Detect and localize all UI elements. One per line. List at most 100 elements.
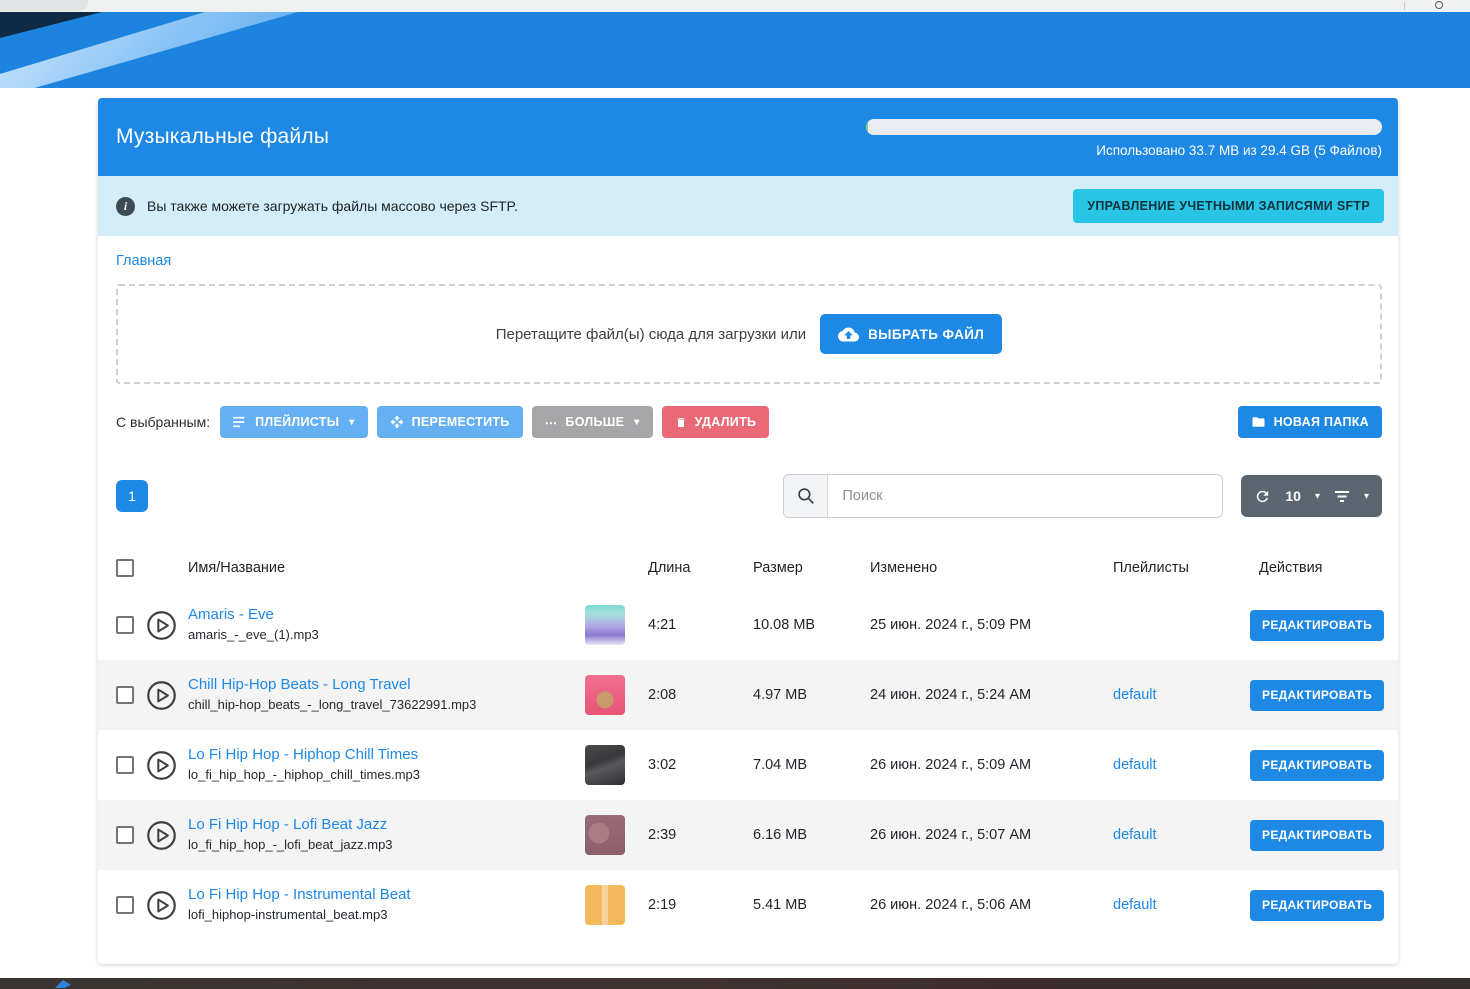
track-artwork — [585, 745, 625, 785]
row-checkbox[interactable] — [116, 896, 134, 914]
track-playlist-link[interactable]: default — [1113, 757, 1157, 773]
play-button[interactable] — [146, 890, 177, 921]
playlists-label: ПЛЕЙЛИСТЫ — [255, 415, 339, 429]
pagination-page-1[interactable]: 1 — [116, 480, 148, 512]
track-filename: lofi_hiphop-instrumental_beat.mp3 — [188, 907, 387, 922]
track-playlist-link[interactable]: default — [1113, 827, 1157, 843]
page-title: Музыкальные файлы — [116, 125, 329, 149]
per-page-select[interactable]: 10 — [1285, 488, 1301, 504]
track-title-link[interactable]: Chill Hip-Hop Beats - Long Travel — [188, 674, 567, 696]
choose-file-button[interactable]: ВЫБРАТЬ ФАЙЛ — [820, 314, 1002, 354]
col-header-actions: Действия — [1245, 560, 1384, 576]
edit-button[interactable]: РЕДАКТИРОВАТЬ — [1250, 680, 1384, 711]
chevron-down-icon[interactable]: ▾ — [1315, 491, 1320, 502]
storage-usage-text: Использовано 33.7 MB из 29.4 GB (5 Файло… — [1096, 143, 1382, 158]
track-duration: 2:39 — [635, 827, 737, 843]
play-button[interactable] — [146, 750, 177, 781]
browser-tab[interactable] — [0, 0, 88, 11]
row-checkbox[interactable] — [116, 686, 134, 704]
chevron-down-icon: ▾ — [634, 417, 639, 428]
move-label: ПЕРЕМЕСТИТЬ — [412, 415, 510, 429]
card-header: Музыкальные файлы Использовано 33.7 MB и… — [98, 98, 1398, 176]
list-options-group: 10 ▾ ▾ — [1241, 475, 1382, 517]
col-header-modified: Изменено — [855, 560, 1099, 576]
track-title-link[interactable]: Lo Fi Hip Hop - Hiphop Chill Times — [188, 744, 567, 766]
footer-strip — [0, 978, 1470, 989]
track-size: 7.04 MB — [737, 757, 855, 773]
footer-logo — [55, 980, 71, 988]
play-button[interactable] — [146, 680, 177, 711]
dropzone-text: Перетащите файл(ы) сюда для загрузки или — [496, 326, 806, 343]
hero-banner — [0, 12, 1470, 88]
track-filename: lo_fi_hip_hop_-_lofi_beat_jazz.mp3 — [188, 837, 393, 852]
search-input[interactable] — [828, 475, 1222, 517]
cloud-upload-icon — [838, 327, 859, 342]
track-modified: 24 июн. 2024 г., 5:24 AM — [855, 687, 1099, 703]
track-artwork — [585, 675, 625, 715]
new-folder-button[interactable]: НОВАЯ ПАПКА — [1238, 406, 1382, 438]
manage-sftp-accounts-button[interactable]: УПРАВЛЕНИЕ УЧЕТНЫМИ ЗАПИСЯМИ SFTP — [1073, 189, 1384, 223]
track-duration: 3:02 — [635, 757, 737, 773]
move-button[interactable]: ПЕРЕМЕСТИТЬ — [377, 406, 523, 438]
table-row: Chill Hip-Hop Beats - Long Travel chill_… — [98, 660, 1398, 730]
edit-button[interactable]: РЕДАКТИРОВАТЬ — [1250, 610, 1384, 641]
track-playlist-link[interactable]: default — [1113, 897, 1157, 913]
more-label: БОЛЬШЕ — [565, 415, 624, 429]
search-icon — [784, 475, 828, 517]
play-button[interactable] — [146, 610, 177, 641]
files-table: Имя/Название Длина Размер Изменено Плейл… — [98, 546, 1398, 940]
edit-button[interactable]: РЕДАКТИРОВАТЬ — [1250, 820, 1384, 851]
upload-dropzone[interactable]: Перетащите файл(ы) сюда для загрузки или… — [116, 284, 1382, 384]
storage-usage: Использовано 33.7 MB из 29.4 GB (5 Файло… — [866, 117, 1382, 158]
track-filename: amaris_-_eve_(1).mp3 — [188, 627, 319, 642]
track-title-link[interactable]: Lo Fi Hip Hop - Instrumental Beat — [188, 884, 567, 906]
sort-icon[interactable] — [1334, 490, 1350, 503]
track-artwork — [585, 885, 625, 925]
refresh-icon[interactable] — [1254, 488, 1271, 505]
sftp-info-banner: i Вы также можете загружать файлы массов… — [98, 176, 1398, 236]
chrome-divider — [1404, 2, 1405, 10]
delete-label: УДАЛИТЬ — [695, 415, 757, 429]
list-toolbar: 1 10 ▾ ▾ — [116, 474, 1382, 518]
folder-icon — [1251, 416, 1266, 428]
track-playlist-link[interactable]: default — [1113, 687, 1157, 703]
chevron-down-icon: ▾ — [349, 417, 354, 428]
edit-button[interactable]: РЕДАКТИРОВАТЬ — [1250, 890, 1384, 921]
move-icon — [390, 415, 404, 429]
play-button[interactable] — [146, 820, 177, 851]
table-row: Lo Fi Hip Hop - Hiphop Chill Times lo_fi… — [98, 730, 1398, 800]
more-button[interactable]: ⋯ БОЛЬШЕ ▾ — [532, 406, 653, 438]
track-modified: 25 июн. 2024 г., 5:09 PM — [855, 617, 1099, 633]
track-filename: lo_fi_hip_hop_-_hiphop_chill_times.mp3 — [188, 767, 420, 782]
track-title-link[interactable]: Amaris - Eve — [188, 604, 567, 626]
track-duration: 2:08 — [635, 687, 737, 703]
music-files-card: Музыкальные файлы Использовано 33.7 MB и… — [98, 98, 1398, 964]
chevron-down-icon[interactable]: ▾ — [1364, 491, 1369, 502]
track-duration: 2:19 — [635, 897, 737, 913]
track-size: 10.08 MB — [737, 617, 855, 633]
playlists-button[interactable]: ПЛЕЙЛИСТЫ ▾ — [220, 406, 367, 438]
bulk-actions-row: С выбранным: ПЛЕЙЛИСТЫ ▾ ПЕРЕМЕСТИТЬ ⋯ Б… — [116, 406, 1382, 438]
track-duration: 4:21 — [635, 617, 737, 633]
edit-button[interactable]: РЕДАКТИРОВАТЬ — [1250, 750, 1384, 781]
playlist-icon — [233, 416, 247, 428]
browser-profile-icon[interactable] — [1435, 1, 1443, 9]
track-size: 6.16 MB — [737, 827, 855, 843]
track-modified: 26 июн. 2024 г., 5:07 AM — [855, 827, 1099, 843]
search-box — [783, 474, 1223, 518]
col-header-playlists: Плейлисты — [1099, 560, 1245, 576]
new-folder-label: НОВАЯ ПАПКА — [1274, 415, 1369, 429]
row-checkbox[interactable] — [116, 826, 134, 844]
table-row: Lo Fi Hip Hop - Instrumental Beat lofi_h… — [98, 870, 1398, 940]
track-title-link[interactable]: Lo Fi Hip Hop - Lofi Beat Jazz — [188, 814, 567, 836]
col-header-size: Размер — [737, 560, 855, 576]
track-modified: 26 июн. 2024 г., 5:09 AM — [855, 757, 1099, 773]
row-checkbox[interactable] — [116, 616, 134, 634]
delete-button[interactable]: УДАЛИТЬ — [662, 406, 770, 438]
trash-icon — [675, 416, 687, 429]
select-all-checkbox[interactable] — [116, 559, 134, 577]
more-icon: ⋯ — [545, 415, 558, 430]
storage-progress-bar — [866, 119, 1382, 135]
breadcrumb-home-link[interactable]: Главная — [116, 253, 171, 269]
row-checkbox[interactable] — [116, 756, 134, 774]
